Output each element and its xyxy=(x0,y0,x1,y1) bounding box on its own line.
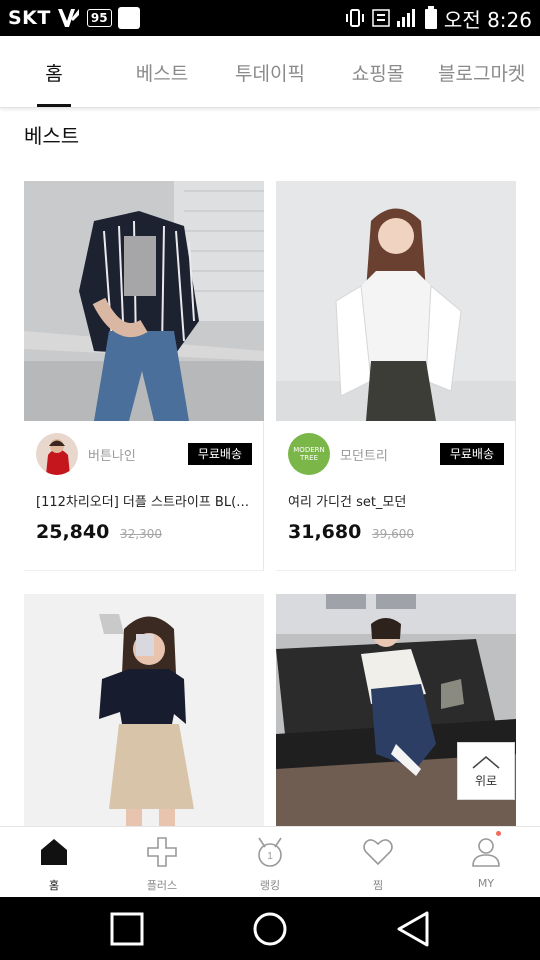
ranking-medal-icon: 1 xyxy=(258,837,282,867)
product-card[interactable]: MODERN TREE 모던트리 무료배송 여리 가디건 set_모던 31,6… xyxy=(276,181,516,571)
store-name[interactable]: 버튼나인 xyxy=(88,445,136,464)
store-logo-text: MODERN TREE xyxy=(293,446,325,462)
tab-shopping-mall[interactable]: 쇼핑몰 xyxy=(338,36,418,107)
original-price: 32,300 xyxy=(120,527,162,541)
nav-plus-label: 플러스 xyxy=(146,879,178,892)
battery-percent-badge: 95 xyxy=(86,9,112,27)
ranking-medal-number: 1 xyxy=(267,851,273,862)
nav-home[interactable]: 홈 xyxy=(0,827,108,898)
battery-icon xyxy=(424,6,437,29)
active-tab-indicator xyxy=(37,104,71,107)
scroll-to-top-label: 위로 xyxy=(474,773,498,788)
plus-icon xyxy=(147,837,177,867)
store-avatar[interactable]: MODERN TREE xyxy=(288,433,330,475)
section-title: 베스트 xyxy=(24,124,80,148)
nav-ranking[interactable]: 1 랭킹 xyxy=(216,827,324,898)
store-avatar[interactable] xyxy=(36,433,78,475)
nav-my-label: MY xyxy=(477,877,495,890)
category-tabs: 홈 베스트 투데이픽 쇼핑몰 블로그마켓 xyxy=(0,36,540,108)
scroll-to-top-button[interactable]: 위로 xyxy=(457,742,515,800)
tab-blog-market[interactable]: 블로그마켓 xyxy=(438,36,540,107)
tab-home[interactable]: 홈 xyxy=(14,36,94,107)
product-image[interactable] xyxy=(24,181,264,421)
data-transfer-icon xyxy=(372,9,390,27)
product-name[interactable]: 여리 가디건 set_모던 xyxy=(288,491,510,510)
signal-icon xyxy=(396,9,415,27)
original-price: 39,600 xyxy=(372,527,414,541)
back-button[interactable] xyxy=(393,909,433,949)
status-bar: SKT 95 오전 8:26 xyxy=(0,0,540,36)
vibrate-icon xyxy=(345,9,364,27)
carrier-label: SKT xyxy=(8,7,51,29)
notification-dot xyxy=(496,831,501,836)
tab-today-pick[interactable]: 투데이픽 xyxy=(220,36,320,107)
nav-ranking-label: 랭킹 xyxy=(259,879,281,892)
sale-price: 25,840 xyxy=(36,521,110,543)
bottom-navigation: 홈 플러스 1 랭킹 찜 MY xyxy=(0,826,540,897)
free-shipping-badge: 무료배송 xyxy=(439,443,504,465)
nav-wishlist-label: 찜 xyxy=(372,879,384,892)
chevron-up-icon xyxy=(472,755,500,769)
nav-home-label: 홈 xyxy=(48,879,60,892)
free-shipping-badge: 무료배송 xyxy=(187,443,252,465)
carrier-logo-icon xyxy=(57,9,79,27)
system-navigation-bar xyxy=(0,897,540,960)
product-image[interactable] xyxy=(276,181,516,421)
product-image[interactable] xyxy=(24,594,264,826)
home-icon xyxy=(41,839,67,865)
notification-icon xyxy=(117,7,140,29)
nav-my[interactable]: MY xyxy=(432,827,540,898)
home-button[interactable] xyxy=(250,909,290,949)
recent-apps-button[interactable] xyxy=(107,909,147,949)
product-card[interactable] xyxy=(24,594,264,826)
nav-plus[interactable]: 플러스 xyxy=(108,827,216,898)
tab-best[interactable]: 베스트 xyxy=(122,36,202,107)
heart-icon xyxy=(363,839,393,866)
nav-wishlist[interactable]: 찜 xyxy=(324,827,432,898)
product-name[interactable]: [112차리오더] 더플 스트라이프 BL(자… xyxy=(36,491,258,510)
product-card[interactable]: 버튼나인 무료배송 [112차리오더] 더플 스트라이프 BL(자… 25,84… xyxy=(24,181,264,571)
clock: 오전 8:26 xyxy=(443,7,532,32)
person-icon xyxy=(472,838,500,867)
sale-price: 31,680 xyxy=(288,521,362,543)
store-name[interactable]: 모던트리 xyxy=(340,445,388,464)
